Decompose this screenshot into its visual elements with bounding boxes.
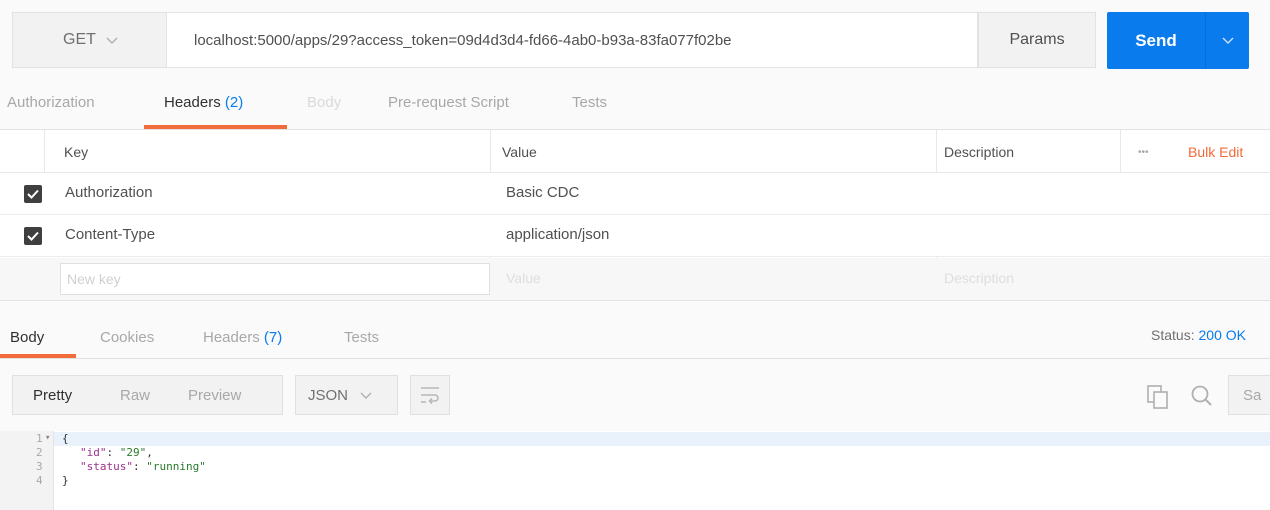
close-brace: }: [62, 474, 69, 487]
new-header-row: New key Value Description: [0, 258, 1270, 301]
line-number: 3: [0, 460, 54, 474]
table-row: Content-Type application/json: [0, 215, 1270, 257]
header-value[interactable]: application/json: [506, 226, 609, 243]
save-response-button[interactable]: Sa: [1228, 375, 1270, 415]
tab-prerequest-script[interactable]: Pre-request Script: [388, 94, 509, 111]
column-description: Description: [944, 144, 1015, 160]
line-number: 2: [0, 446, 54, 460]
raw-button[interactable]: Raw: [120, 387, 150, 404]
response-body-editor[interactable]: 1 ▾ 2 3 4 { "id": "29", "status": "runni…: [0, 431, 1270, 510]
row-checkbox[interactable]: [24, 185, 42, 203]
line-number-text: 1: [36, 432, 43, 445]
column-value: Value: [502, 144, 537, 160]
json-key: "id": [80, 446, 107, 459]
bulk-edit-link[interactable]: Bulk Edit: [1188, 144, 1243, 160]
row-checkbox[interactable]: [24, 227, 42, 245]
method-selector[interactable]: GET: [12, 12, 166, 68]
send-button[interactable]: Send: [1107, 12, 1249, 69]
new-value-input[interactable]: Value: [506, 270, 541, 286]
line-number-text: 2: [36, 446, 43, 459]
code-line: }: [62, 474, 69, 488]
json-value: "running": [146, 460, 206, 473]
format-selector[interactable]: JSON: [295, 375, 398, 415]
tab-response-cookies[interactable]: Cookies: [100, 329, 154, 346]
wrap-lines-button[interactable]: [410, 375, 450, 415]
tab-response-headers-label: Headers: [203, 329, 260, 346]
table-row: Authorization Basic CDC: [0, 173, 1270, 215]
line-number: 1 ▾: [0, 432, 54, 446]
request-bar: GET localhost:5000/apps/29?access_token=…: [0, 0, 1270, 80]
json-value: "29": [119, 446, 147, 459]
new-description-input[interactable]: Description: [944, 270, 1014, 286]
new-key-input[interactable]: New key: [60, 263, 490, 295]
url-input[interactable]: localhost:5000/apps/29?access_token=09d4…: [166, 12, 978, 68]
pretty-button[interactable]: Pretty: [33, 387, 72, 404]
tab-tests[interactable]: Tests: [572, 94, 607, 111]
header-key[interactable]: Content-Type: [65, 226, 155, 243]
header-value[interactable]: Basic CDC: [506, 184, 579, 201]
active-tab-underline: [0, 354, 76, 358]
tab-response-headers-count: (7): [263, 329, 283, 346]
code-line: "id": "29",: [80, 446, 153, 459]
active-line-highlight: [54, 432, 1270, 446]
status-value: 200 OK: [1198, 327, 1246, 343]
chevron-down-icon: [360, 388, 372, 403]
params-button[interactable]: Params: [978, 12, 1096, 68]
response-toolbar: Pretty Raw Preview JSON Sa: [0, 359, 1270, 431]
wrap-lines-icon: [421, 387, 439, 405]
method-label: GET: [63, 31, 96, 48]
tab-body: Body: [307, 94, 342, 111]
column-divider: [44, 130, 45, 173]
view-mode-group: Pretty Raw Preview: [12, 375, 283, 415]
line-number: 4: [0, 474, 54, 488]
tab-authorization[interactable]: Authorization: [7, 94, 95, 111]
active-tab-underline: [144, 125, 287, 129]
tab-response-tests[interactable]: Tests: [344, 329, 379, 346]
open-brace: {: [62, 432, 69, 445]
format-label: JSON: [308, 386, 349, 404]
response-tabs: Body Cookies Headers (7) Tests Status: 2…: [0, 301, 1270, 359]
send-label: Send: [1135, 30, 1177, 50]
line-number-text: 4: [36, 474, 43, 487]
status-label: Status:: [1151, 327, 1195, 343]
copy-icon[interactable]: [1147, 385, 1169, 409]
status-indicator: Status: 200 OK: [1151, 327, 1246, 343]
json-key: "status": [80, 460, 133, 473]
fold-toggle-icon[interactable]: ▾: [45, 432, 50, 446]
line-number-text: 3: [36, 460, 43, 473]
tab-headers-label: Headers: [164, 94, 221, 111]
header-key[interactable]: Authorization: [65, 184, 153, 201]
headers-table-header: Key Value Description ••• Bulk Edit: [0, 130, 1270, 173]
code-line: "status": "running": [80, 460, 206, 473]
json-comma: ,: [146, 446, 153, 459]
search-icon[interactable]: [1190, 384, 1214, 408]
tab-headers-count: (2): [224, 94, 244, 111]
tab-headers[interactable]: Headers (2): [164, 94, 243, 111]
line-number-gutter: 1 ▾ 2 3 4: [0, 431, 54, 510]
more-options-icon[interactable]: •••: [1138, 147, 1149, 158]
send-dropdown-chevron-icon[interactable]: [1206, 34, 1249, 48]
code-line: {: [62, 432, 69, 446]
preview-button[interactable]: Preview: [188, 387, 241, 404]
tab-response-body[interactable]: Body: [10, 329, 44, 346]
request-tabs: Authorization Headers (2) Body Pre-reque…: [0, 80, 1270, 130]
chevron-down-icon: [106, 33, 118, 48]
column-divider: [1120, 130, 1121, 173]
tab-response-headers[interactable]: Headers (7): [203, 329, 282, 346]
column-key: Key: [64, 144, 89, 160]
